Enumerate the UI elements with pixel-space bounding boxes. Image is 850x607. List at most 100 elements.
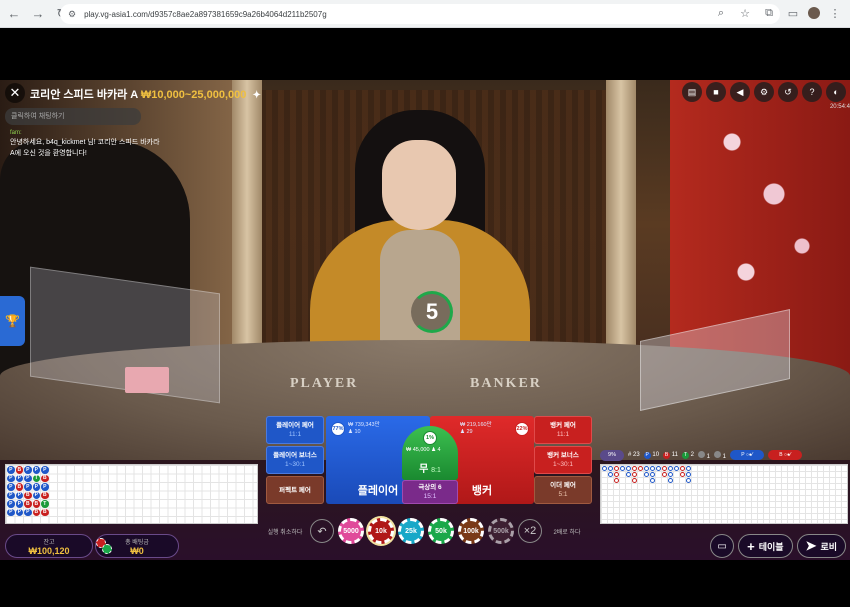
clock: 20:54:4 (829, 104, 850, 110)
lobby-icon: ➤ (805, 538, 817, 553)
lobby-button[interactable]: ➤ 로비 (796, 534, 846, 558)
big-road[interactable] (600, 464, 848, 524)
help-icon[interactable]: ? (802, 82, 822, 102)
bead-road-result: P (7, 491, 15, 499)
forward-icon[interactable]: → (28, 4, 48, 24)
bead-road-result: P (15, 474, 23, 482)
player-pair-dot-icon (697, 450, 705, 458)
site-info-icon[interactable]: ⚙ (68, 9, 76, 20)
back-icon[interactable]: ← (4, 4, 24, 24)
balance-display: 잔고 ₩100,120 (5, 534, 93, 558)
tie-bet[interactable]: 1% ₩ 45,000 ♟ 4 무 8:1 (402, 426, 458, 480)
table-limits[interactable]: ₩10,000~25,000,000 (141, 89, 247, 101)
pin-icon[interactable]: ✦ (252, 90, 260, 101)
total-bet-label: 총 배팅금 (125, 539, 149, 546)
bead-road-result: P (7, 508, 15, 516)
chip-100k[interactable]: 100k (458, 518, 484, 544)
table-name: 코리안 스피드 바카라 A (30, 89, 138, 101)
big-road-mark (674, 466, 679, 471)
big-road-mark (686, 478, 691, 483)
bead-road-result: P (15, 491, 23, 499)
player-pair-bet[interactable]: 플레이어 페어 11:1 (266, 416, 324, 444)
bead-road-result: P (24, 483, 32, 491)
big-road-mark (662, 472, 667, 477)
big-road-mark (680, 466, 685, 471)
chip-25k[interactable]: 25k (398, 518, 424, 544)
dealer-face (382, 140, 456, 230)
video-camera-icon[interactable]: ■ (706, 82, 726, 102)
perfect-pair-bet[interactable]: 퍼펙트 페어 (266, 476, 324, 504)
balance-label: 잔고 (43, 539, 55, 546)
person-icon: ♟ (431, 447, 437, 453)
bet-odds: 11:1 (556, 431, 570, 438)
bet-odds: 11:1 (288, 431, 302, 438)
table-title: 코리안 스피드 바카라 A ₩10,000~25,000,000 ✦ (30, 86, 261, 102)
history-icon[interactable]: ↺ (778, 82, 798, 102)
chip-5000[interactable]: 5000 (338, 518, 364, 544)
big-road-mark (614, 478, 619, 483)
rounds-value: 23 (633, 452, 640, 458)
bookmark-star-icon[interactable]: ☆ (736, 4, 754, 22)
chat-input[interactable]: 클릭하여 채팅하기 (5, 108, 141, 125)
banker-ask-button[interactable]: B ○●⁄ (768, 450, 803, 460)
settings-gear-icon[interactable]: ⚙ (754, 82, 774, 102)
countdown-timer: 5 (411, 291, 453, 333)
bead-road-result: P (7, 483, 15, 491)
game-viewport: PLAYER BANKER 5 ✕ 코리안 스피드 바카라 A ₩10,000~… (0, 80, 850, 560)
bead-road[interactable]: PPPPPPBPBPPPPPPBBPPTPPBBPBPBTB (5, 464, 258, 524)
big-road-mark (632, 466, 637, 471)
banker-bonus-bet[interactable]: 뱅커 보너스 1~30:1 (534, 446, 592, 474)
layout-toggle-icon[interactable]: ▭ (710, 534, 735, 558)
browser-toolbar: ← → ↻ ⚙ play.vg-asia1.com/d9357c8ae2a897… (0, 0, 850, 28)
player-wins: 10 (652, 451, 660, 458)
bet-label: 극상의 6 (418, 484, 442, 491)
bead-road-result: P (32, 491, 40, 499)
close-icon[interactable]: ✕ (5, 83, 25, 103)
chat-icon[interactable]: ▤ (682, 82, 702, 102)
top-toolbar: ▤ ■ ◀ ⚙ ↺ ? ◐ (682, 82, 846, 102)
banker-wins: 11 (671, 451, 678, 458)
chip-50k[interactable]: 50k (428, 518, 454, 544)
banker-pair-bet[interactable]: 뱅커 페어 11:1 (534, 416, 592, 444)
address-bar[interactable]: ⚙ play.vg-asia1.com/d9357c8ae2a897381659… (60, 4, 780, 24)
big-road-mark (668, 466, 673, 471)
plus-icon: + (747, 538, 755, 554)
big-road-mark (686, 472, 691, 477)
menu-icon[interactable]: ⋮ (826, 4, 844, 22)
bead-road-result: B (24, 491, 32, 499)
undo-icon[interactable]: ↶ (310, 519, 334, 543)
bead-road-result: P (41, 483, 49, 491)
either-pair-bet[interactable]: 이더 페어 5:1 (534, 476, 592, 504)
volume-icon[interactable]: ◀ (730, 82, 750, 102)
tie-stats: ₩ 45,000 ♟ 4 (406, 447, 441, 454)
bet-label: 플레이어 페어 (276, 422, 314, 429)
big-road-mark (626, 466, 631, 471)
tie-amount: ₩ 45,000 (406, 447, 430, 453)
bead-road-result: B (24, 500, 32, 508)
tables-button[interactable]: + 테이블 (738, 534, 793, 558)
player-ask-button[interactable]: P ○●⁄ (730, 450, 765, 460)
trophy-icon[interactable]: 🏆 (0, 296, 25, 346)
balance-value: ₩100,120 (28, 545, 70, 556)
bead-road-result: B (32, 500, 40, 508)
bead-road-result: P (7, 500, 15, 508)
zoom-icon[interactable]: ⌕ (712, 4, 730, 22)
big-road-mark (656, 466, 661, 471)
profile-avatar[interactable] (808, 7, 820, 19)
fullscreen-icon[interactable]: ◐ (826, 82, 846, 102)
big-road-mark (608, 466, 613, 471)
bead-road-result: T (41, 500, 49, 508)
bead-road-result: B (41, 491, 49, 499)
player-bonus-bet[interactable]: 플레이어 보너스 1~30:1 (266, 446, 324, 474)
sidebar-icon[interactable]: ▭ (784, 4, 802, 22)
chip-500k[interactable]: 500k (488, 518, 514, 544)
super6-bet[interactable]: 극상의 6 15:1 (402, 480, 458, 504)
extensions-icon[interactable]: ⧉ (760, 4, 778, 22)
tie-dot-icon: T (681, 451, 689, 459)
total-bet-value: ₩0 (130, 545, 144, 556)
double-button[interactable]: ×2 (518, 519, 542, 543)
bead-road-result: B (41, 474, 49, 482)
chip-10k[interactable]: 10k (368, 518, 394, 544)
big-road-mark (638, 466, 643, 471)
bead-road-result: T (32, 474, 40, 482)
